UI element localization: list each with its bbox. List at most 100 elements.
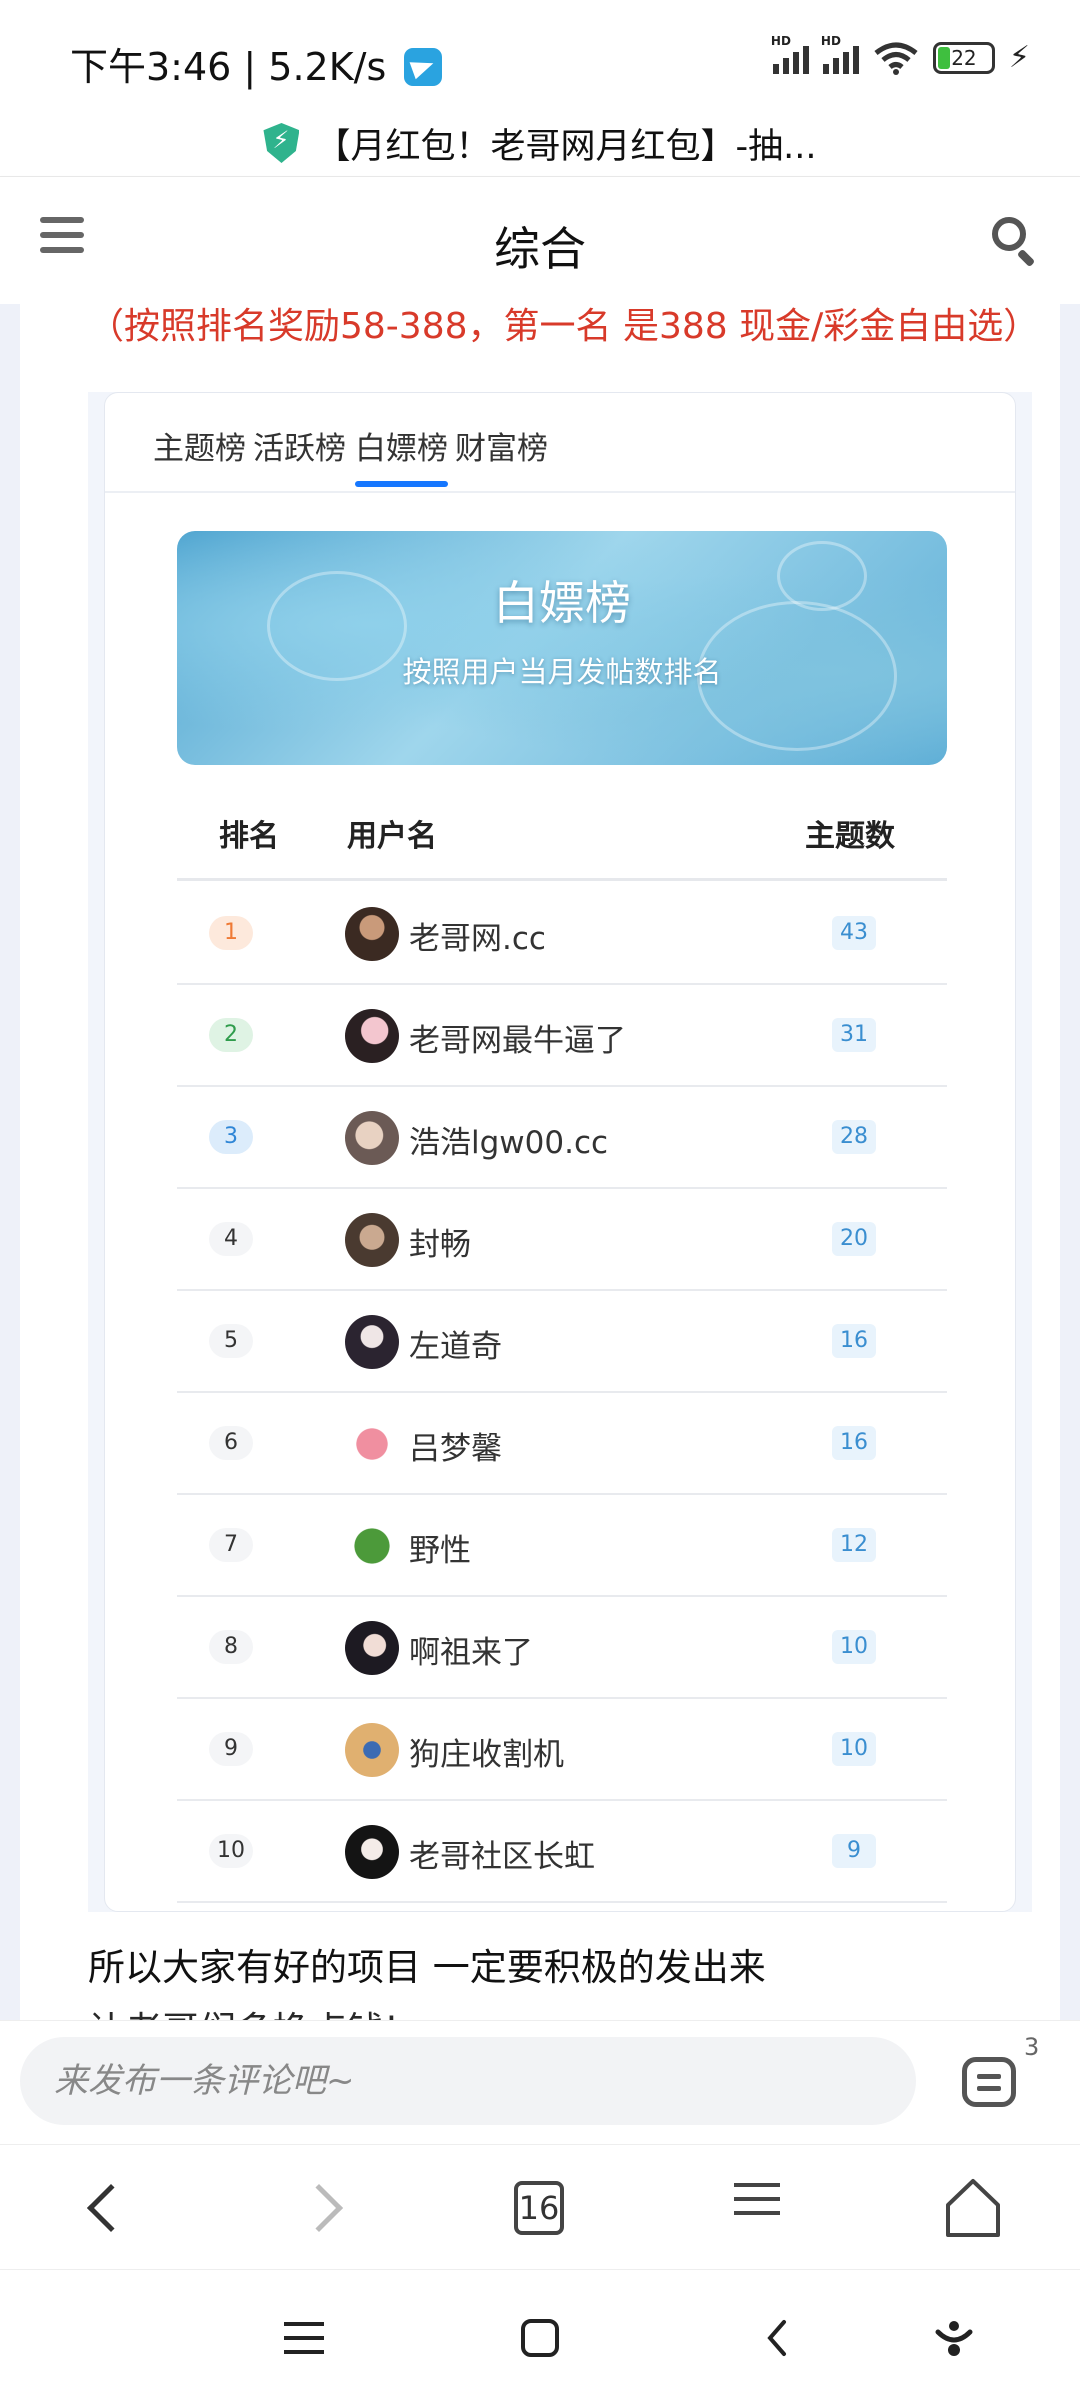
username[interactable]: 吕梦馨 [409, 1423, 502, 1468]
url-bar[interactable]: 【月红包！老哥网月红包】-抽... [0, 110, 1080, 176]
topic-count-badge: 9 [832, 1834, 876, 1868]
avatar[interactable] [345, 1009, 399, 1063]
username[interactable]: 啊祖来了 [409, 1627, 533, 1672]
table-row[interactable]: 4 封畅 20 [177, 1189, 947, 1291]
forward-arrow-icon [294, 2183, 344, 2233]
signal-icon-2: HD [821, 34, 859, 74]
tab-wealth[interactable]: 财富榜 [455, 423, 548, 468]
status-icons: HD HD 22 ⚡ [771, 34, 1030, 76]
status-bar: 下午3:46 | 5.2K/s HD HD 22 ⚡ [0, 0, 1080, 110]
back-arrow-icon [86, 2183, 136, 2233]
nav-title: 综合 [494, 222, 586, 276]
charging-icon: ⚡ [1008, 40, 1030, 75]
topic-count-badge: 20 [832, 1222, 876, 1256]
table-row[interactable]: 7 野性 12 [177, 1495, 947, 1597]
recents-icon [284, 2322, 324, 2354]
top-nav: 综合 [0, 176, 1080, 304]
username[interactable]: 封畅 [409, 1219, 471, 1264]
avatar[interactable] [345, 1213, 399, 1267]
assistant-button[interactable] [934, 2318, 974, 2362]
tabs-button[interactable]: 16 [504, 2173, 574, 2243]
article-paragraph: 所以大家有好的项目 一定要积极的发出来 [88, 1946, 766, 1989]
column-username: 用户名 [347, 819, 437, 854]
system-home-icon [521, 2319, 559, 2357]
system-home-button[interactable] [520, 2318, 560, 2362]
article-paragraph-cut: 让老哥们多挣点钱! [88, 2000, 399, 2020]
status-text: 下午3:46 | 5.2K/s [70, 45, 387, 89]
reward-note: （按照排名奖励58-388，第一名 是388 现金/彩金自由选） [88, 306, 1040, 347]
security-shield-icon [263, 123, 300, 163]
browser-toolbar: 16 [0, 2144, 1080, 2270]
leaderboard: 主题榜 活跃榜 白嫖榜 财富榜 白嫖榜 按照用户当月发帖数排名 排名 用户名 主… [104, 392, 1016, 1912]
avatar[interactable] [345, 1825, 399, 1879]
avatar[interactable] [345, 1315, 399, 1369]
rank-badge: 7 [209, 1528, 253, 1562]
rank-badge: 2 [209, 1018, 253, 1052]
topic-count-badge: 28 [832, 1120, 876, 1154]
forward-button[interactable] [290, 2173, 360, 2243]
comment-icon[interactable] [962, 2057, 1016, 2107]
banner-title: 白嫖榜 [493, 576, 631, 630]
table-row[interactable]: 1 老哥网.cc 43 [177, 883, 947, 985]
leaderboard-image-frame: 主题榜 活跃榜 白嫖榜 财富榜 白嫖榜 按照用户当月发帖数排名 排名 用户名 主… [88, 392, 1032, 1912]
username[interactable]: 左道奇 [409, 1321, 502, 1366]
table-header: 排名 用户名 主题数 [177, 793, 947, 881]
avatar[interactable] [345, 1723, 399, 1777]
banner-subtitle: 按照用户当月发帖数排名 [402, 655, 722, 689]
home-icon [946, 2179, 1000, 2237]
avatar[interactable] [345, 1111, 399, 1165]
browser-menu-button[interactable] [722, 2173, 792, 2243]
hd-label-2: HD [820, 33, 841, 48]
table-row[interactable]: 2 老哥网最牛逼了 31 [177, 985, 947, 1087]
system-back-button[interactable] [762, 2318, 792, 2362]
table-row[interactable]: 9 狗庄收割机 10 [177, 1699, 947, 1801]
recents-button[interactable] [282, 2318, 326, 2362]
username[interactable]: 浩浩lgw00.cc [409, 1117, 608, 1162]
battery-icon: 22 [932, 41, 995, 74]
status-time-speed: 下午3:46 | 5.2K/s [70, 36, 443, 91]
leaderboard-tabs: 主题榜 活跃榜 白嫖榜 财富榜 [105, 393, 1015, 493]
leaderboard-banner: 白嫖榜 按照用户当月发帖数排名 [177, 531, 947, 765]
username[interactable]: 老哥社区长虹 [409, 1831, 595, 1876]
username[interactable]: 老哥网.cc [409, 913, 546, 958]
column-rank: 排名 [219, 819, 279, 854]
tab-freeloader[interactable]: 白嫖榜 [355, 423, 448, 487]
topic-count-badge: 16 [832, 1426, 876, 1460]
table-row[interactable]: 6 吕梦馨 16 [177, 1393, 947, 1495]
home-button[interactable] [938, 2173, 1008, 2243]
comment-count: 3 [1024, 2033, 1040, 2061]
hd-label: HD [770, 33, 791, 48]
username[interactable]: 狗庄收割机 [409, 1729, 564, 1774]
telegram-icon [404, 48, 443, 86]
topic-count-badge: 10 [832, 1630, 876, 1664]
username[interactable]: 野性 [409, 1525, 471, 1570]
topic-count-badge: 12 [832, 1528, 876, 1562]
avatar[interactable] [345, 907, 399, 961]
signal-icon: HD [771, 34, 809, 74]
avatar[interactable] [345, 1417, 399, 1471]
avatar[interactable] [345, 1621, 399, 1675]
rank-badge: 5 [209, 1324, 253, 1358]
table-row[interactable]: 3 浩浩lgw00.cc 28 [177, 1087, 947, 1189]
table-row[interactable]: 5 左道奇 16 [177, 1291, 947, 1393]
article-card: （按照排名奖励58-388，第一名 是388 现金/彩金自由选） 主题榜 活跃榜… [20, 304, 1060, 2020]
comment-input[interactable]: 来发布一条评论吧~ [20, 2037, 916, 2125]
topic-count-badge: 31 [832, 1018, 876, 1052]
username[interactable]: 老哥网最牛逼了 [409, 1015, 626, 1060]
rank-badge: 6 [209, 1426, 253, 1460]
column-topic-count: 主题数 [805, 819, 895, 854]
rank-badge: 9 [209, 1732, 253, 1766]
system-nav-bar [0, 2270, 1080, 2400]
system-back-icon [767, 2320, 786, 2356]
table-row[interactable]: 8 啊祖来了 10 [177, 1597, 947, 1699]
avatar[interactable] [345, 1519, 399, 1573]
table-row[interactable]: 10 老哥社区长虹 9 [177, 1801, 947, 1903]
topic-count-badge: 43 [832, 916, 876, 950]
back-button[interactable] [72, 2173, 142, 2243]
rank-badge: 3 [209, 1120, 253, 1154]
search-icon[interactable] [990, 215, 1040, 268]
tab-active[interactable]: 活跃榜 [253, 423, 346, 468]
tab-topic[interactable]: 主题榜 [153, 423, 246, 468]
page-title[interactable]: 【月红包！老哥网月红包】-抽... [315, 118, 816, 169]
battery-level: 22 [951, 45, 977, 70]
